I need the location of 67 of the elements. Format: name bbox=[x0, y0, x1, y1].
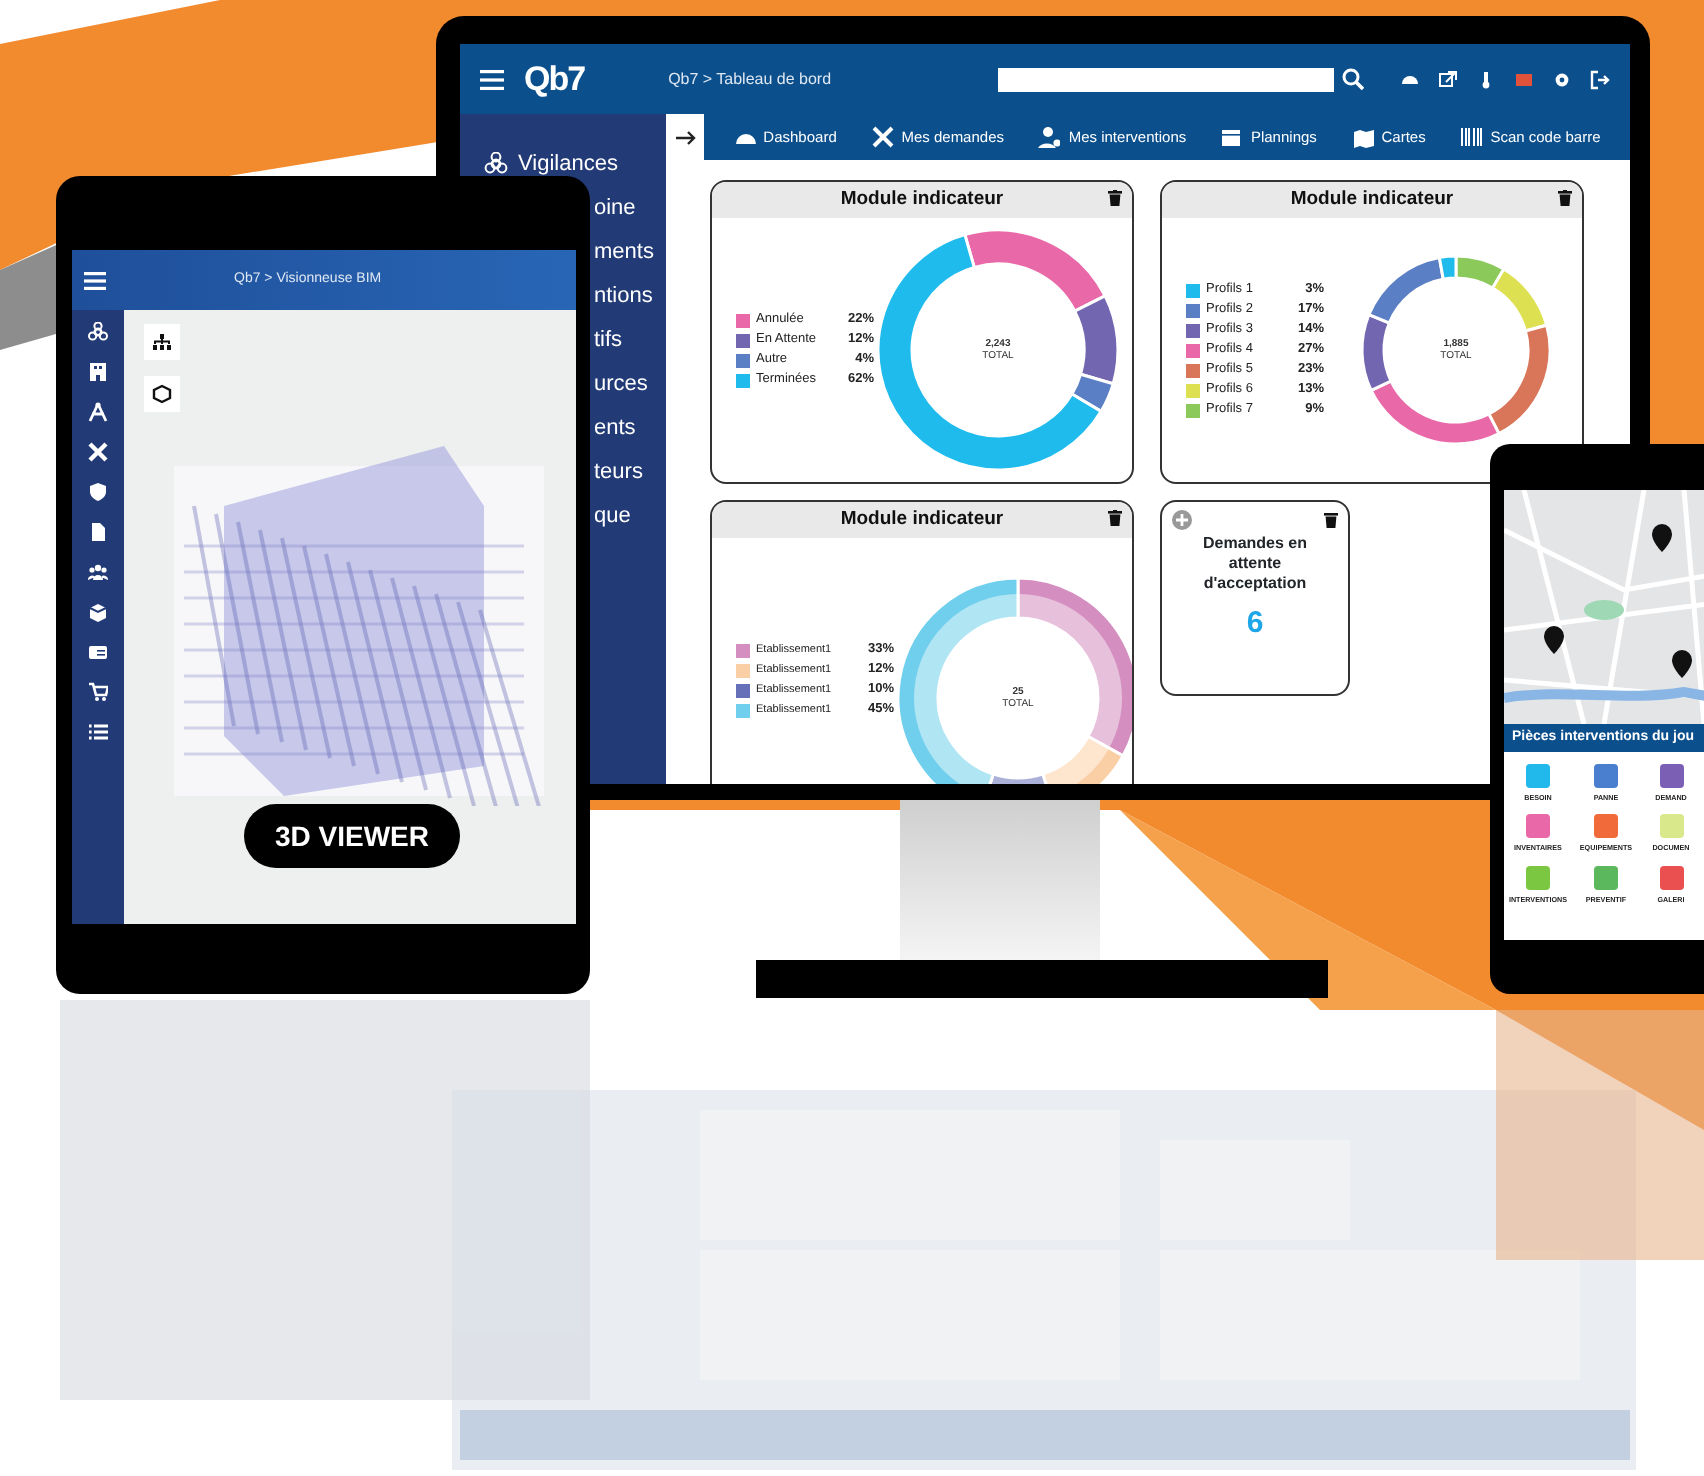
card-title: Module indicateur bbox=[840, 505, 1004, 534]
calendar-icon bbox=[1220, 126, 1243, 148]
search-icon[interactable] bbox=[1342, 68, 1364, 90]
sidebar-item[interactable]: ents bbox=[594, 411, 636, 445]
cart-icon[interactable] bbox=[88, 682, 108, 702]
trash-icon[interactable] bbox=[1108, 190, 1122, 206]
tile-icon[interactable] bbox=[1592, 762, 1620, 790]
logo[interactable]: Qb7 bbox=[524, 53, 585, 105]
donut-slice bbox=[1073, 294, 1120, 386]
sidebar-item[interactable]: ments bbox=[594, 235, 654, 269]
people-icon[interactable] bbox=[88, 562, 108, 582]
donut-slice bbox=[1360, 313, 1393, 392]
tools-icon bbox=[871, 126, 894, 148]
hierarchy-icon[interactable] bbox=[152, 333, 172, 351]
biohazard-icon[interactable] bbox=[88, 322, 108, 342]
search-field[interactable] bbox=[998, 67, 1334, 91]
tile-icon[interactable] bbox=[1524, 863, 1552, 892]
card-title: Module indicateur bbox=[1290, 185, 1454, 214]
counter-value: 6 bbox=[1244, 604, 1266, 644]
sidebar-item[interactable]: Vigilances bbox=[518, 147, 618, 181]
sidebar-item[interactable]: urces bbox=[594, 367, 648, 401]
sidebar-item[interactable]: tifs bbox=[594, 323, 623, 357]
tile-icon[interactable] bbox=[1592, 863, 1620, 892]
card-title: Demandes en attente d'acceptation bbox=[1200, 534, 1310, 594]
logout-icon[interactable] bbox=[1590, 69, 1610, 89]
shield-icon[interactable] bbox=[88, 482, 108, 502]
trash-icon[interactable] bbox=[1324, 512, 1338, 528]
tile-icon[interactable] bbox=[1524, 812, 1552, 841]
donut-slice bbox=[1437, 254, 1458, 281]
tile-icon[interactable] bbox=[1657, 762, 1685, 790]
barcode-icon bbox=[1460, 126, 1483, 148]
donut-slice bbox=[1367, 255, 1445, 325]
menu-icon[interactable] bbox=[480, 69, 504, 89]
external-link-icon[interactable] bbox=[1438, 69, 1458, 89]
menu-icon[interactable] bbox=[84, 271, 106, 289]
arrow-right-icon bbox=[675, 129, 695, 145]
donut-slice bbox=[1369, 379, 1501, 446]
tools-icon[interactable] bbox=[88, 442, 108, 462]
donut-slice bbox=[1487, 323, 1552, 436]
donut-slice bbox=[1070, 372, 1115, 413]
biohazard-icon bbox=[484, 152, 508, 176]
sidebar-item[interactable]: ntions bbox=[594, 279, 653, 313]
file-icon[interactable] bbox=[88, 522, 108, 542]
sidebar-item[interactable]: oine bbox=[594, 191, 636, 225]
list-icon[interactable] bbox=[88, 722, 108, 742]
box-icon[interactable] bbox=[88, 602, 108, 622]
settings-icon[interactable] bbox=[1552, 69, 1572, 89]
trash-icon[interactable] bbox=[1558, 190, 1572, 206]
3d-viewer-button[interactable]: 3D VIEWER bbox=[244, 804, 460, 868]
sidebar-item[interactable]: que bbox=[594, 499, 631, 533]
cube-outline-icon[interactable] bbox=[152, 384, 172, 404]
donut-slice bbox=[1491, 267, 1549, 333]
donut-slice bbox=[963, 228, 1107, 313]
user-gear-icon bbox=[1038, 126, 1061, 148]
trash-icon[interactable] bbox=[1108, 510, 1122, 526]
card-title: Module indicateur bbox=[840, 185, 1004, 214]
compass-icon[interactable] bbox=[88, 402, 108, 422]
sidebar-item[interactable]: teurs bbox=[594, 455, 643, 489]
map-icon bbox=[1351, 126, 1374, 148]
tile-icon[interactable] bbox=[1657, 812, 1685, 841]
tile-icon[interactable] bbox=[1657, 863, 1685, 892]
tile-icon[interactable] bbox=[1592, 812, 1620, 841]
tile-icon[interactable] bbox=[1524, 762, 1552, 790]
card-icon[interactable] bbox=[88, 642, 108, 662]
add-icon[interactable] bbox=[1172, 510, 1192, 530]
breadcrumb: Qb7 > Tableau de bord bbox=[668, 67, 832, 91]
building-icon[interactable] bbox=[88, 362, 108, 382]
